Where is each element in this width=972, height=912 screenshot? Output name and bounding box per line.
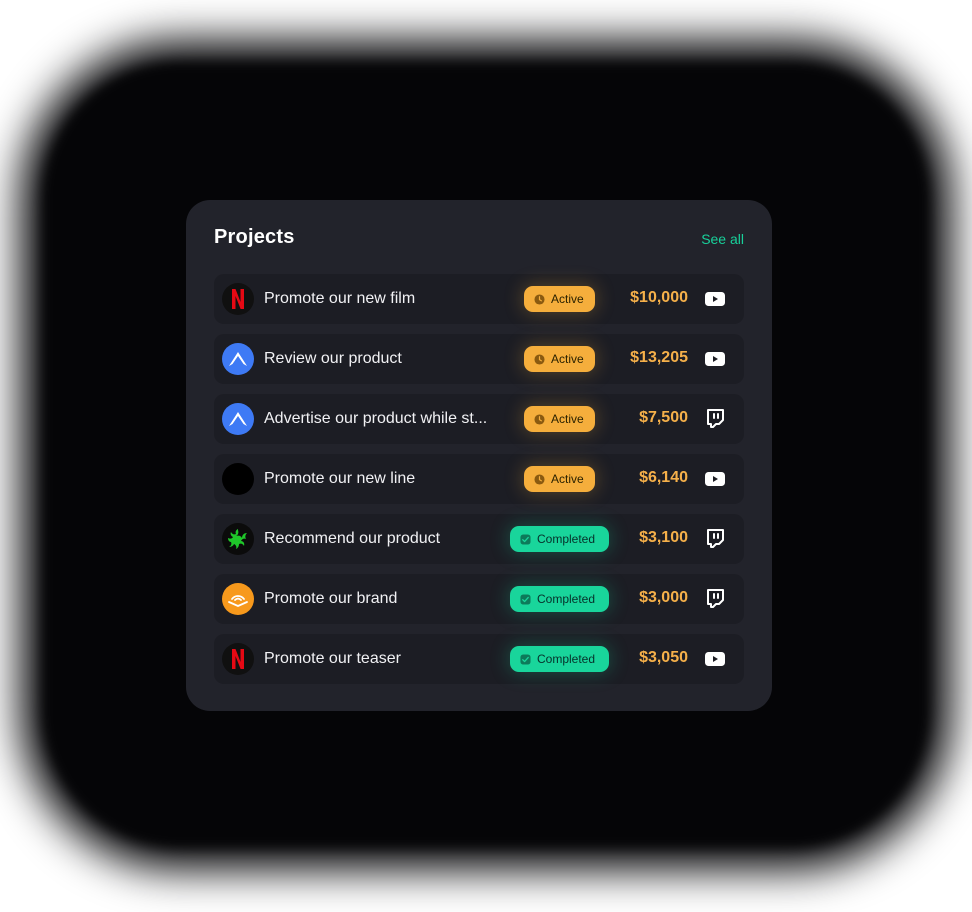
status-label: Active xyxy=(551,472,584,486)
netflix-logo-icon xyxy=(222,643,254,675)
project-row[interactable]: Recommend our product Completed $3,100 xyxy=(214,514,744,564)
youtube-icon xyxy=(704,468,726,490)
youtube-icon xyxy=(704,348,726,370)
status-label: Active xyxy=(551,352,584,366)
project-amount: $3,050 xyxy=(639,649,688,666)
nordvpn-logo-icon xyxy=(222,343,254,375)
checkbox-check-icon xyxy=(520,533,531,545)
project-title: Recommend our product xyxy=(264,530,441,547)
twitch-icon xyxy=(704,528,726,550)
status-label: Active xyxy=(551,292,584,306)
projects-card: Projects See all Promote our new film Ac… xyxy=(186,200,772,711)
clock-icon xyxy=(534,293,545,305)
clock-icon xyxy=(534,413,545,425)
see-all-link[interactable]: See all xyxy=(701,231,744,247)
project-title: Advertise our product while st... xyxy=(264,410,488,427)
checkbox-check-icon xyxy=(520,653,531,665)
project-title: Promote our new film xyxy=(264,290,416,307)
project-amount: $13,205 xyxy=(630,349,688,366)
project-amount: $7,500 xyxy=(639,409,688,426)
nike-logo-icon xyxy=(222,463,254,495)
status-label: Active xyxy=(551,412,584,426)
project-title: Promote our new line xyxy=(264,470,416,487)
status-badge: Active xyxy=(524,406,595,432)
twitch-icon xyxy=(704,588,726,610)
status-badge: Completed xyxy=(510,526,609,552)
project-amount: $10,000 xyxy=(630,289,688,306)
status-badge: Active xyxy=(524,466,595,492)
project-amount: $6,140 xyxy=(639,469,688,486)
project-row[interactable]: Advertise our product while st... Active… xyxy=(214,394,744,444)
status-badge: Active xyxy=(524,286,595,312)
project-row[interactable]: Promote our new film Active $10,000 xyxy=(214,274,744,324)
project-row[interactable]: Review our product Active $13,205 xyxy=(214,334,744,384)
project-row[interactable]: Promote our brand Completed $3,000 xyxy=(214,574,744,624)
project-title: Promote our brand xyxy=(264,590,398,607)
razer-logo-icon xyxy=(222,523,254,555)
nordvpn-logo-icon xyxy=(222,403,254,435)
status-badge: Completed xyxy=(510,586,609,612)
status-label: Completed xyxy=(537,532,596,546)
status-badge: Completed xyxy=(510,646,609,672)
project-row[interactable]: Promote our new line Active $6,140 xyxy=(214,454,744,504)
netflix-logo-icon xyxy=(222,283,254,315)
project-title: Promote our teaser xyxy=(264,650,401,667)
audible-logo-icon xyxy=(222,583,254,615)
clock-icon xyxy=(534,473,545,485)
youtube-icon xyxy=(704,288,726,310)
card-title: Projects xyxy=(214,226,295,248)
status-label: Completed xyxy=(537,652,596,666)
project-list: Promote our new film Active $10,000 Revi… xyxy=(214,274,744,694)
clock-icon xyxy=(534,353,545,365)
twitch-icon xyxy=(704,408,726,430)
status-badge: Active xyxy=(524,346,595,372)
project-row[interactable]: Promote our teaser Completed $3,050 xyxy=(214,634,744,684)
project-amount: $3,000 xyxy=(639,589,688,606)
checkbox-check-icon xyxy=(520,593,531,605)
project-amount: $3,100 xyxy=(639,529,688,546)
project-title: Review our product xyxy=(264,350,402,367)
status-label: Completed xyxy=(537,592,596,606)
youtube-icon xyxy=(704,648,726,670)
